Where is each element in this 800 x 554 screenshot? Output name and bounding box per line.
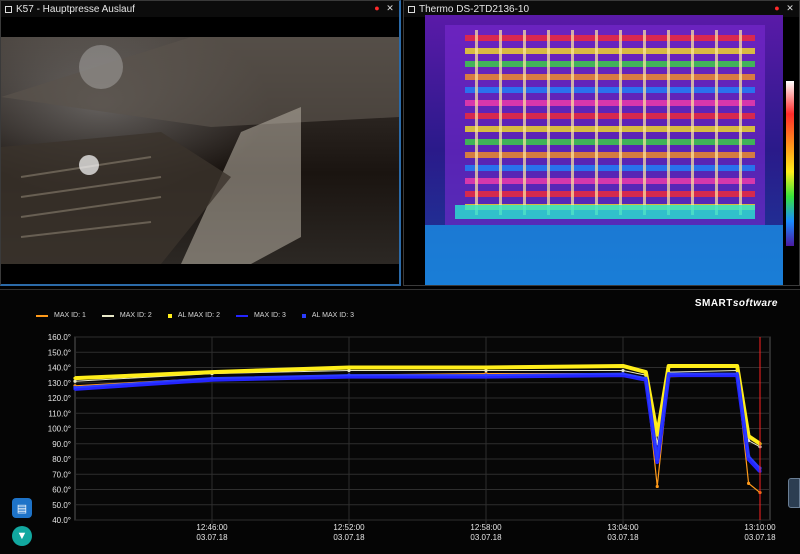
data-point xyxy=(644,376,648,380)
y-tick-label: 40.0° xyxy=(52,516,71,525)
y-tick-label: 110.0° xyxy=(48,409,71,418)
data-point xyxy=(746,454,751,458)
data-point xyxy=(655,457,659,461)
x-tick-time-label: 12:58:00 xyxy=(470,523,502,532)
x-tick-date-label: 03.07.18 xyxy=(196,533,228,542)
data-point xyxy=(621,372,625,376)
y-tick-label: 70.0° xyxy=(52,470,71,479)
data-point xyxy=(735,364,739,368)
data-point xyxy=(667,364,671,368)
x-tick-time-label: 13:04:00 xyxy=(607,523,639,532)
x-tick-time-label: 13:10:00 xyxy=(744,523,776,532)
y-tick-label: 160.0° xyxy=(48,333,71,342)
data-point xyxy=(735,372,739,376)
data-point xyxy=(621,364,625,368)
data-point xyxy=(655,433,659,437)
x-tick-date-label: 03.07.18 xyxy=(470,533,502,542)
y-tick-label: 80.0° xyxy=(52,455,71,464)
x-tick-date-label: 03.07.18 xyxy=(744,533,776,542)
data-point xyxy=(644,370,648,374)
data-point xyxy=(210,376,214,380)
y-tick-label: 60.0° xyxy=(52,486,71,495)
y-tick-label: 100.0° xyxy=(48,425,71,434)
data-point xyxy=(210,370,214,374)
filter-icon[interactable]: ▼ xyxy=(12,526,32,546)
data-point xyxy=(73,376,77,380)
x-tick-date-label: 03.07.18 xyxy=(333,533,365,542)
trend-chart[interactable]: 40.0° 50.0° 60.0° 70.0° 80.0° 90.0° 100.0° 110.… xyxy=(0,0,800,554)
x-tick-time-label: 12:52:00 xyxy=(333,523,365,532)
data-point xyxy=(667,372,671,376)
x-tick-time-label: 12:46:00 xyxy=(196,523,228,532)
data-point xyxy=(73,385,77,389)
export-icon[interactable]: ▤ xyxy=(12,498,32,518)
side-panel-handle[interactable] xyxy=(788,478,800,508)
data-point xyxy=(746,481,751,485)
y-tick-label: 50.0° xyxy=(52,501,71,510)
data-point xyxy=(484,365,488,370)
y-tick-label: 150.0° xyxy=(48,348,71,357)
data-point xyxy=(655,460,659,464)
x-tick-date-label: 03.07.18 xyxy=(607,533,639,542)
y-tick-label: 90.0° xyxy=(52,440,71,449)
y-tick-label: 130.0° xyxy=(48,379,71,388)
data-point xyxy=(347,373,351,377)
y-tick-label: 120.0° xyxy=(48,394,71,403)
data-point xyxy=(621,368,625,373)
data-point xyxy=(484,373,488,377)
y-tick-label: 140.0° xyxy=(48,364,71,373)
data-point xyxy=(347,365,351,370)
data-point xyxy=(655,484,659,489)
